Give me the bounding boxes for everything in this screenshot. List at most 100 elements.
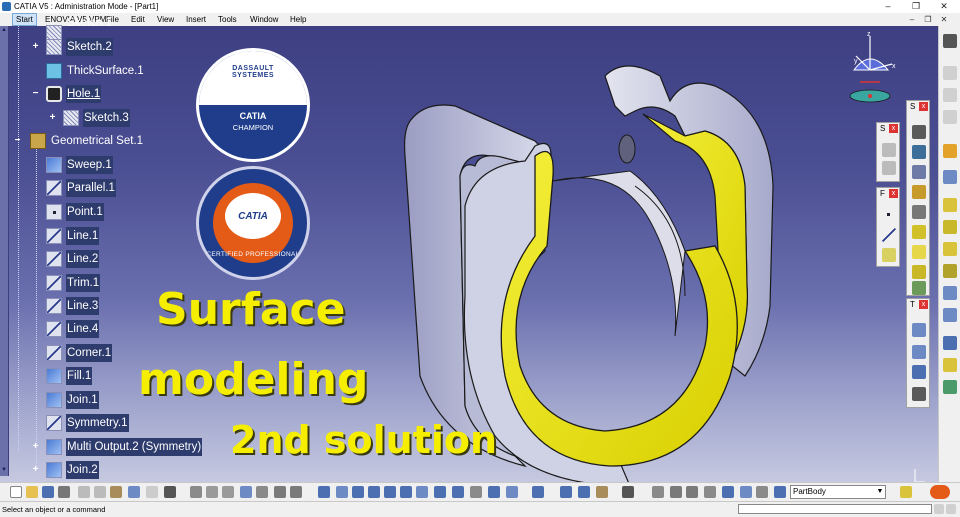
tool-icon[interactable] <box>652 486 664 498</box>
maximize-button[interactable]: ❐ <box>904 0 928 13</box>
minimize-button[interactable]: – <box>876 0 900 13</box>
tool-icon[interactable] <box>532 486 544 498</box>
expand-sketch-2[interactable]: + <box>31 42 40 52</box>
swap-visible-icon[interactable] <box>506 486 518 498</box>
hide-show-icon[interactable] <box>488 486 500 498</box>
tool-icon[interactable] <box>578 486 590 498</box>
tool-icon[interactable] <box>943 308 957 322</box>
cut-icon[interactable] <box>78 486 90 498</box>
part-body-select[interactable]: PartBody ▼ <box>790 485 886 499</box>
tool-icon[interactable] <box>256 486 268 498</box>
collapse-geometrical-set-1[interactable]: − <box>13 136 22 146</box>
tool-icon[interactable] <box>290 486 302 498</box>
save-icon[interactable] <box>42 486 54 498</box>
tool-icon[interactable] <box>946 504 956 514</box>
tool-icon[interactable] <box>756 486 768 498</box>
tool-icon[interactable] <box>912 345 926 359</box>
camera-icon[interactable] <box>622 486 634 498</box>
tool-icon[interactable] <box>912 185 926 199</box>
menu-view[interactable]: View <box>154 13 177 26</box>
iso-view-icon[interactable] <box>452 486 464 498</box>
pan-icon[interactable] <box>352 486 364 498</box>
zoom-in-icon[interactable] <box>384 486 396 498</box>
chevron-down-icon[interactable]: ▼ <box>875 486 885 498</box>
command-input[interactable] <box>738 504 932 514</box>
tool-icon[interactable] <box>222 486 234 498</box>
fly-icon[interactable] <box>318 486 330 498</box>
doc-close-button[interactable]: ✕ <box>938 13 950 26</box>
tool-icon[interactable] <box>943 66 957 80</box>
tool-icon[interactable] <box>912 225 926 239</box>
tool-icon[interactable] <box>912 165 926 179</box>
tool-icon[interactable] <box>900 486 912 498</box>
tool-icon[interactable] <box>740 486 752 498</box>
panel-close-icon[interactable]: x <box>889 124 898 133</box>
formula-icon[interactable] <box>190 486 202 498</box>
tool-icon[interactable] <box>943 88 957 102</box>
expand-multi-output-2[interactable]: + <box>31 442 40 452</box>
tool-icon[interactable] <box>704 486 716 498</box>
compass-icon[interactable]: z y x <box>840 30 900 110</box>
tree-scrollbar[interactable]: ▲ ▼ <box>0 26 9 476</box>
scroll-down-icon[interactable]: ▼ <box>0 466 8 474</box>
3d-viewport[interactable]: DASSAULT SYSTEMES CATIA CHAMPION CATIA C… <box>0 26 938 482</box>
tool-icon[interactable] <box>943 286 957 300</box>
tool-icon[interactable] <box>912 245 926 259</box>
multi-view-icon[interactable] <box>434 486 446 498</box>
tool-icon[interactable] <box>912 281 926 295</box>
tool-icon[interactable] <box>912 145 926 159</box>
new-file-icon[interactable] <box>10 486 22 498</box>
tool-icon[interactable] <box>943 380 957 394</box>
tool-icon[interactable] <box>686 486 698 498</box>
expand-join-2[interactable]: + <box>31 465 40 475</box>
table-icon[interactable] <box>240 486 252 498</box>
print-icon[interactable] <box>58 486 70 498</box>
zoom-out-icon[interactable] <box>400 486 412 498</box>
tool-icon[interactable] <box>943 170 957 184</box>
redo-icon[interactable] <box>146 486 158 498</box>
tool-icon[interactable] <box>882 143 896 157</box>
tool-icon[interactable] <box>274 486 286 498</box>
tool-icon[interactable] <box>912 265 926 279</box>
tool-icon[interactable] <box>943 264 957 278</box>
plane-tool-icon[interactable] <box>882 248 896 262</box>
menu-start[interactable]: Start <box>12 13 37 26</box>
hook-part-3d[interactable] <box>385 46 780 482</box>
tool-icon[interactable] <box>943 242 957 256</box>
point-tool-icon[interactable] <box>882 208 896 222</box>
paste-icon[interactable] <box>110 486 122 498</box>
tool-icon[interactable] <box>774 486 786 498</box>
open-file-icon[interactable] <box>26 486 38 498</box>
menu-insert[interactable]: Insert <box>183 13 209 26</box>
tool-icon[interactable] <box>943 198 957 212</box>
normal-view-icon[interactable] <box>416 486 428 498</box>
tool-icon[interactable] <box>912 125 926 139</box>
tool-icon[interactable] <box>912 323 926 337</box>
expand-sketch-3[interactable]: + <box>48 113 57 123</box>
panel-close-icon[interactable]: x <box>889 189 898 198</box>
tool-icon[interactable] <box>596 486 608 498</box>
tool-icon[interactable] <box>912 387 926 401</box>
help-icon[interactable] <box>164 486 176 498</box>
doc-minimize-button[interactable]: – <box>906 13 918 26</box>
tool-icon[interactable] <box>670 486 682 498</box>
rotate-icon[interactable] <box>368 486 380 498</box>
menu-help[interactable]: Help <box>287 13 309 26</box>
comment-icon[interactable] <box>206 486 218 498</box>
menu-tools[interactable]: Tools <box>215 13 240 26</box>
tool-icon[interactable] <box>934 504 944 514</box>
collapse-hole-1[interactable]: − <box>31 89 40 99</box>
undo-icon[interactable] <box>128 486 140 498</box>
select-arrow-icon[interactable] <box>943 144 957 158</box>
tool-icon[interactable] <box>943 336 957 350</box>
fit-all-icon[interactable] <box>336 486 348 498</box>
tool-icon[interactable] <box>882 161 896 175</box>
menu-window[interactable]: Window <box>247 13 281 26</box>
copy-icon[interactable] <box>94 486 106 498</box>
tool-icon[interactable] <box>943 34 957 48</box>
tool-icon[interactable] <box>943 220 957 234</box>
scroll-up-icon[interactable]: ▲ <box>0 26 8 34</box>
tool-icon[interactable] <box>912 365 926 379</box>
tool-icon[interactable] <box>722 486 734 498</box>
tool-icon[interactable] <box>943 110 957 124</box>
